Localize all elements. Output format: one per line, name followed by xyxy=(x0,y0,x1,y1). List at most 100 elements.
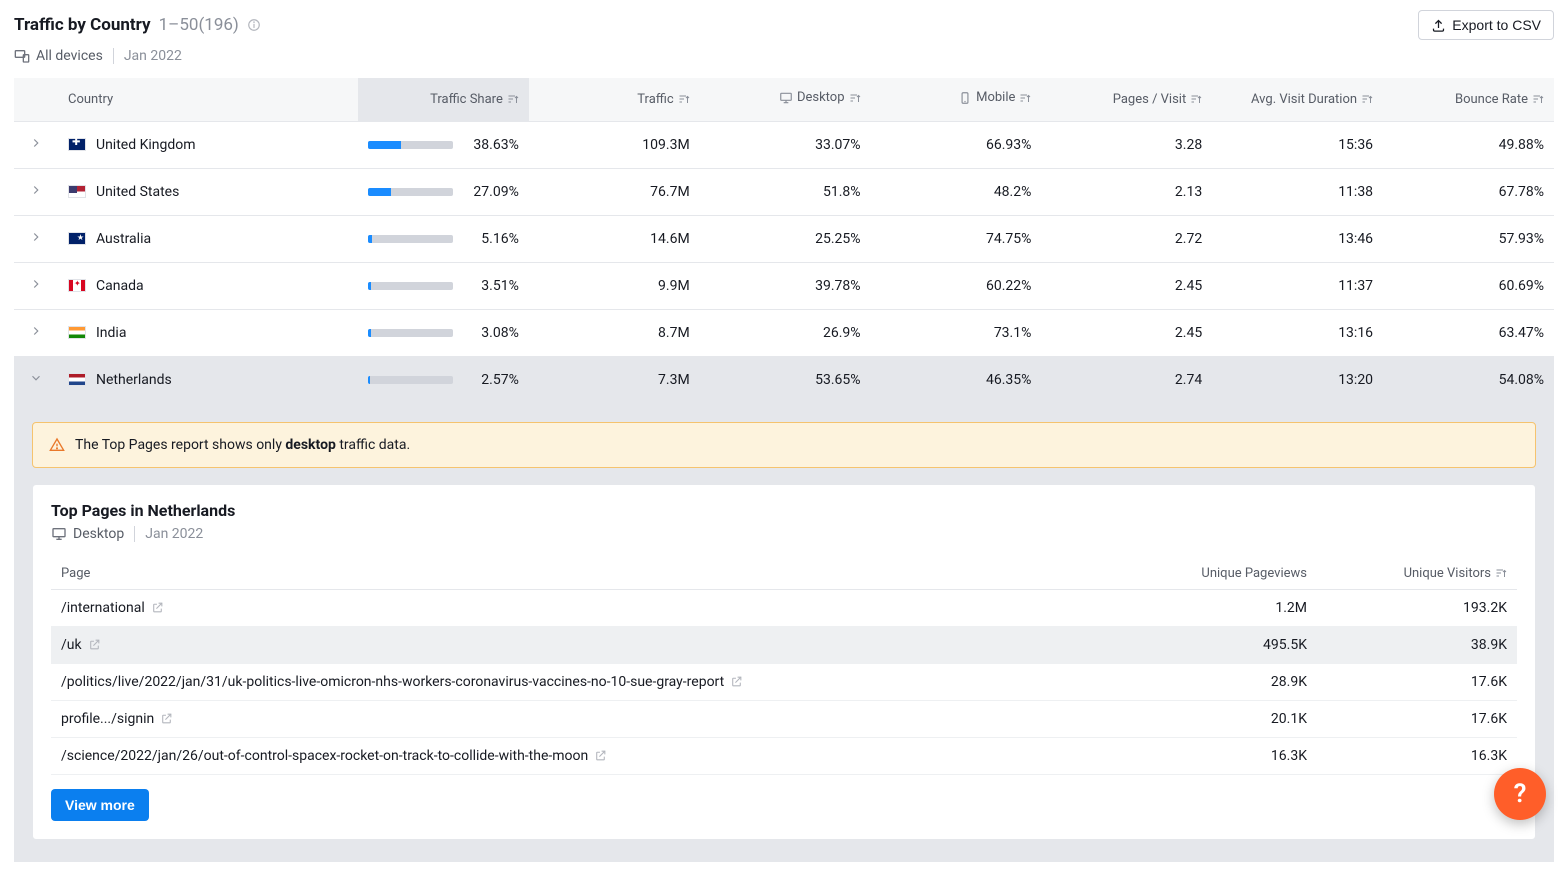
avg-duration-value: 11:37 xyxy=(1212,262,1383,309)
external-link-icon xyxy=(594,749,607,762)
visitors-value: 38.9K xyxy=(1317,626,1517,663)
traffic-value: 76.7M xyxy=(529,168,700,215)
mobile-value: 60.22% xyxy=(871,262,1042,309)
col-traffic[interactable]: Traffic xyxy=(529,78,700,121)
country-name: United Kingdom xyxy=(96,137,196,153)
page-path[interactable]: /science/2022/jan/26/out-of-control-spac… xyxy=(61,748,588,764)
sort-icon xyxy=(1019,92,1031,104)
mobile-value: 73.1% xyxy=(871,309,1042,356)
share-value: 5.16% xyxy=(463,231,519,247)
desktop-icon xyxy=(51,526,67,542)
col-pageviews[interactable]: Unique Pageviews xyxy=(1117,558,1317,590)
chevron-right-icon[interactable] xyxy=(29,277,43,291)
upload-icon xyxy=(1431,18,1446,33)
bounce-value: 49.88% xyxy=(1383,121,1554,168)
col-visitors[interactable]: Unique Visitors xyxy=(1317,558,1517,590)
col-traffic-share[interactable]: Traffic Share xyxy=(358,78,529,121)
col-mobile[interactable]: Mobile xyxy=(871,78,1042,121)
pages-visit-value: 2.13 xyxy=(1041,168,1212,215)
external-link-icon xyxy=(160,712,173,725)
table-row[interactable]: United Kingdom 38.63% 109.3M 33.07% 66.9… xyxy=(14,121,1554,168)
table-row[interactable]: India 3.08% 8.7M 26.9% 73.1% 2.45 13:16 … xyxy=(14,309,1554,356)
external-link-icon xyxy=(151,601,164,614)
table-row[interactable]: Australia 5.16% 14.6M 25.25% 74.75% 2.72… xyxy=(14,215,1554,262)
page-path[interactable]: /international xyxy=(61,600,145,616)
mobile-value: 74.75% xyxy=(871,215,1042,262)
desktop-value: 25.25% xyxy=(700,215,871,262)
date-filter-label[interactable]: Jan 2022 xyxy=(124,48,182,64)
page-row[interactable]: /politics/live/2022/jan/31/uk-politics-l… xyxy=(51,663,1517,700)
chevron-right-icon[interactable] xyxy=(29,183,43,197)
traffic-value: 9.9M xyxy=(529,262,700,309)
table-row[interactable]: Netherlands 2.57% 7.3M 53.65% 46.35% 2.7… xyxy=(14,356,1554,403)
export-csv-button[interactable]: Export to CSV xyxy=(1418,10,1554,40)
share-bar xyxy=(368,188,453,196)
chevron-down-icon[interactable] xyxy=(29,371,43,385)
desktop-value: 33.07% xyxy=(700,121,871,168)
pageviews-value: 495.5K xyxy=(1117,626,1317,663)
mobile-value: 48.2% xyxy=(871,168,1042,215)
col-page[interactable]: Page xyxy=(51,558,1117,590)
desktop-value: 26.9% xyxy=(700,309,871,356)
country-name: Australia xyxy=(96,231,151,247)
visitors-value: 17.6K xyxy=(1317,700,1517,737)
page-path[interactable]: profile.../signin xyxy=(61,711,154,727)
pages-visit-value: 2.74 xyxy=(1041,356,1212,403)
desktop-icon xyxy=(779,91,793,105)
header-subrow: All devices Jan 2022 xyxy=(14,48,1554,64)
sort-icon xyxy=(1532,93,1544,105)
flag-icon xyxy=(68,138,86,151)
page-path[interactable]: /uk xyxy=(61,637,82,653)
chevron-right-icon[interactable] xyxy=(29,230,43,244)
help-fab-button[interactable]: ? xyxy=(1494,768,1546,820)
external-link-icon xyxy=(88,638,101,651)
traffic-value: 14.6M xyxy=(529,215,700,262)
share-value: 27.09% xyxy=(463,184,519,200)
bounce-value: 63.47% xyxy=(1383,309,1554,356)
country-name: India xyxy=(96,325,126,341)
visitors-value: 193.2K xyxy=(1317,589,1517,626)
page-range: 1–50(196) xyxy=(159,15,239,35)
page-row[interactable]: /international 1.2M 193.2K xyxy=(51,589,1517,626)
pageviews-value: 28.9K xyxy=(1117,663,1317,700)
col-country[interactable]: Country xyxy=(58,78,358,121)
info-icon[interactable] xyxy=(247,18,261,32)
page-row[interactable]: /uk 495.5K 38.9K xyxy=(51,626,1517,663)
page-path[interactable]: /politics/live/2022/jan/31/uk-politics-l… xyxy=(61,674,724,690)
visitors-value: 16.3K xyxy=(1317,737,1517,774)
pageviews-value: 16.3K xyxy=(1117,737,1317,774)
sort-icon xyxy=(1190,93,1202,105)
col-avg-duration[interactable]: Avg. Visit Duration xyxy=(1212,78,1383,121)
share-bar xyxy=(368,141,453,149)
pages-visit-value: 2.45 xyxy=(1041,262,1212,309)
external-link-icon xyxy=(730,675,743,688)
detail-device-label: Desktop xyxy=(73,526,124,542)
sort-icon xyxy=(507,93,519,105)
col-bounce[interactable]: Bounce Rate xyxy=(1383,78,1554,121)
avg-duration-value: 13:16 xyxy=(1212,309,1383,356)
page-row[interactable]: profile.../signin 20.1K 17.6K xyxy=(51,700,1517,737)
chevron-right-icon[interactable] xyxy=(29,324,43,338)
top-pages-title: Top Pages in Netherlands xyxy=(51,501,1517,520)
page-row[interactable]: /science/2022/jan/26/out-of-control-spac… xyxy=(51,737,1517,774)
traffic-value: 8.7M xyxy=(529,309,700,356)
avg-duration-value: 15:36 xyxy=(1212,121,1383,168)
avg-duration-value: 13:46 xyxy=(1212,215,1383,262)
mobile-value: 66.93% xyxy=(871,121,1042,168)
pageviews-value: 1.2M xyxy=(1117,589,1317,626)
flag-icon xyxy=(68,185,86,198)
pages-visit-value: 2.72 xyxy=(1041,215,1212,262)
chevron-right-icon[interactable] xyxy=(29,136,43,150)
col-pages-visit[interactable]: Pages / Visit xyxy=(1041,78,1212,121)
warning-icon xyxy=(49,437,65,453)
share-bar xyxy=(368,376,453,384)
col-desktop[interactable]: Desktop xyxy=(700,78,871,121)
table-row[interactable]: Canada 3.51% 9.9M 39.78% 60.22% 2.45 11:… xyxy=(14,262,1554,309)
flag-icon xyxy=(68,326,86,339)
traffic-value: 7.3M xyxy=(529,356,700,403)
sort-icon xyxy=(678,93,690,105)
device-filter-label[interactable]: All devices xyxy=(36,48,103,64)
table-row[interactable]: United States 27.09% 76.7M 51.8% 48.2% 2… xyxy=(14,168,1554,215)
country-name: Canada xyxy=(96,278,144,294)
view-more-button[interactable]: View more xyxy=(51,789,149,821)
